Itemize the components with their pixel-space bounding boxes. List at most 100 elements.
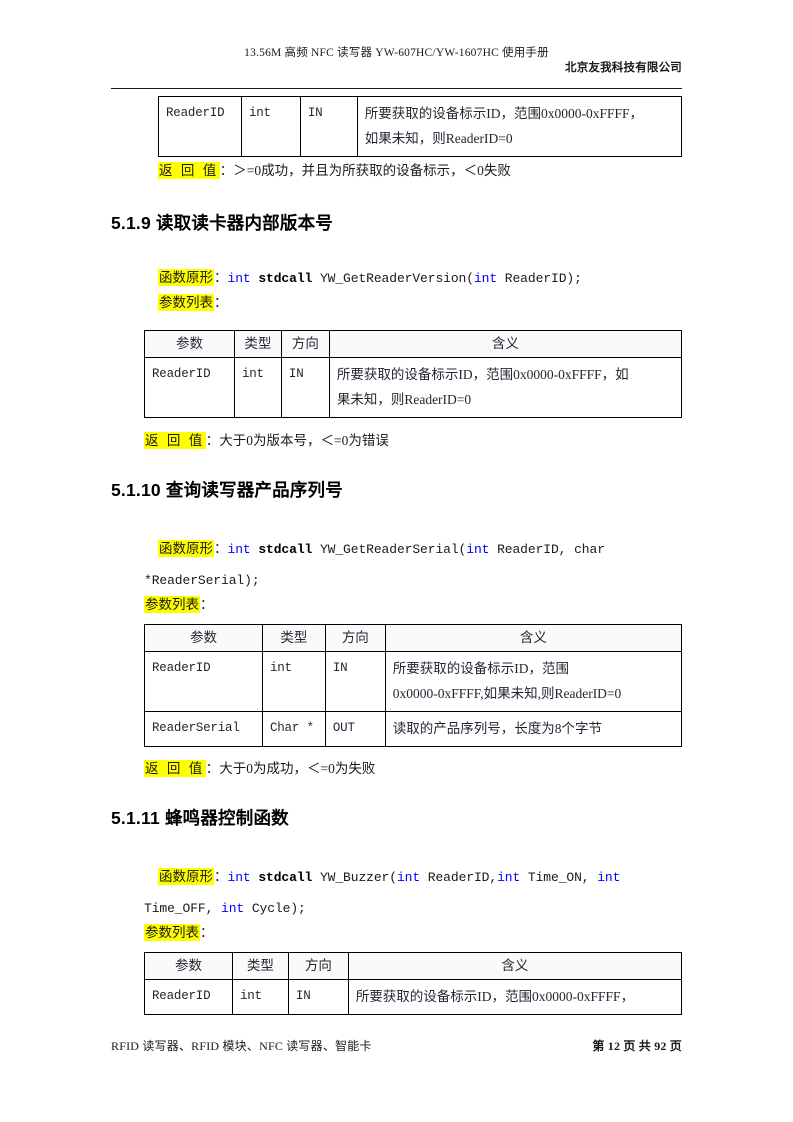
prototype-5-1-9: 函数原形：int stdcall YW_GetReaderVersion(int… [158, 262, 582, 294]
prototype-label: 函数原形 [158, 540, 214, 557]
prototype-calling-convention: stdcall [258, 542, 313, 557]
header-meaning: 含义 [347, 952, 683, 980]
cell-meaning-line-2: 如果未知，则ReaderID=0 [364, 131, 513, 146]
cell-param: ReaderID [144, 357, 235, 418]
prototype-arg-type: int [396, 870, 421, 885]
cell-meaning: 读取的产品序列号，长度为8个字节 [384, 711, 683, 747]
return-value-label: 返 回 值 [158, 162, 220, 179]
return-value-line-3: 返 回 值：大于0为成功，＜=0为失败 [144, 760, 375, 778]
param-list-label: 参数列表 [158, 294, 214, 311]
footer-keywords: RFID 读写器、RFID 模块、NFC 读写器、智能卡 [111, 1039, 372, 1053]
prototype-continuation: *ReaderSerial); [144, 573, 260, 588]
table-header-row: 参数 类型 方向 含义 [144, 952, 683, 980]
table-row: ReaderSerial Char * OUT 读取的产品序列号，长度为8个字节 [144, 711, 683, 747]
prototype-function-name: YW_GetReaderSerial( [319, 542, 467, 557]
param-list-label: 参数列表 [144, 596, 200, 613]
prototype-colon: ： [214, 270, 228, 285]
header-type: 类型 [231, 952, 289, 980]
cell-direction: IN [280, 357, 330, 418]
param-table-4: 参数 类型 方向 含义 ReaderID int IN 所要获取的设备标示ID，… [144, 952, 683, 1015]
prototype-arg-name: ReaderID, char [489, 542, 605, 557]
header-manual-title: 13.56M 高频 NFC 读写器 YW-607HC/YW-1607HC 使用手… [244, 47, 549, 59]
table-row: ReaderID int IN 所要获取的设备标示ID，范围0x0000-0xF… [144, 979, 683, 1015]
header-type: 类型 [261, 624, 326, 652]
section-heading-5-1-9: 5.1.9 读取读卡器内部版本号 [111, 213, 333, 233]
param-table-3-wrapper: 参数 类型 方向 含义 ReaderID int IN 所要获取的设备标示ID，… [144, 624, 683, 747]
param-table-2: 参数 类型 方向 含义 ReaderID int IN 所要获取的设备标示ID，… [144, 330, 683, 418]
table-header-row: 参数 类型 方向 含义 [144, 624, 683, 652]
cell-meaning-line-1: 读取的产品序列号，长度为8个字节 [392, 721, 603, 736]
header-direction: 方向 [280, 330, 330, 358]
table-row: ReaderID int IN 所要获取的设备标示ID，范围0x0000-0xF… [158, 96, 683, 157]
return-colon: ： [205, 433, 220, 448]
prototype-arg-type-3: int [597, 870, 621, 885]
section-heading-5-1-11: 5.1.11 蜂鸣器控制函数 [111, 808, 289, 828]
param-list-colon: ： [214, 295, 228, 310]
header-meaning: 含义 [384, 624, 683, 652]
return-colon: ： [219, 163, 234, 178]
prototype-continuation-b: Cycle); [244, 901, 306, 916]
return-colon: ： [205, 761, 220, 776]
cell-type: int [261, 651, 326, 712]
prototype-arg-type: int [466, 542, 490, 557]
footer-page-number: 第 12 页 共 92 页 [592, 1039, 682, 1053]
prototype-5-1-10: 函数原形：int stdcall YW_GetReaderSerial(int … [158, 533, 605, 565]
prototype-colon: ： [214, 869, 228, 884]
document-page: 13.56M 高频 NFC 读写器 YW-607HC/YW-1607HC 使用手… [0, 0, 793, 1122]
header-direction: 方向 [324, 624, 386, 652]
prototype-return-type: int [227, 870, 251, 885]
prototype-function-name: YW_GetReaderVersion( [319, 271, 474, 286]
cell-direction: OUT [324, 711, 386, 747]
cell-direction: IN [299, 96, 358, 157]
cell-meaning-line-1: 所要获取的设备标示ID，范围 [392, 661, 570, 676]
param-table-2-wrapper: 参数 类型 方向 含义 ReaderID int IN 所要获取的设备标示ID，… [144, 330, 683, 418]
prototype-function-name: YW_Buzzer( [319, 870, 397, 885]
return-value-label: 返 回 值 [144, 432, 206, 449]
cell-meaning-line-2: 0x0000-0xFFFF,如果未知,则ReaderID=0 [392, 686, 622, 701]
prototype-continuation-type: int [221, 901, 245, 916]
prototype-arg-name-2: Time_ON, [520, 870, 598, 885]
table-row: ReaderID int IN 所要获取的设备标示ID，范围0x0000-0xF… [144, 357, 683, 418]
cell-param: ReaderID [144, 651, 263, 712]
cell-param: ReaderID [158, 96, 242, 157]
cell-meaning-line-2: 果未知，则ReaderID=0 [336, 392, 472, 407]
cell-type: int [240, 96, 301, 157]
cell-meaning: 所要获取的设备标示ID，范围0x0000-0xFFFF， [347, 979, 683, 1015]
header-rule [111, 88, 682, 89]
param-list-label-5-1-10: 参数列表： [144, 596, 214, 614]
table-row: ReaderID int IN 所要获取的设备标示ID，范围 0x0000-0x… [144, 651, 683, 712]
param-list-label-5-1-11: 参数列表： [144, 924, 214, 942]
cell-type: int [231, 979, 289, 1015]
page-header: 13.56M 高频 NFC 读写器 YW-607HC/YW-1607HC 使用手… [111, 46, 682, 76]
prototype-return-type: int [227, 271, 251, 286]
cell-meaning: 所要获取的设备标示ID，范围0x0000-0xFFFF， 如果未知，则Reade… [356, 96, 683, 157]
header-param: 参数 [144, 330, 235, 358]
prototype-label: 函数原形 [158, 269, 214, 286]
return-value-label: 返 回 值 [144, 760, 206, 777]
page-footer: RFID 读写器、RFID 模块、NFC 读写器、智能卡 第 12 页 共 92… [111, 1038, 682, 1054]
return-value-text: 大于0为版本号，＜=0为错误 [219, 433, 389, 448]
prototype-arg-name: ReaderID); [497, 271, 582, 286]
section-heading-5-1-10: 5.1.10 查询读写器产品序列号 [111, 480, 343, 500]
cell-meaning: 所要获取的设备标示ID，范围0x0000-0xFFFF，如 果未知，则Reade… [328, 357, 683, 418]
prototype-return-type: int [227, 542, 251, 557]
cell-param: ReaderSerial [144, 711, 263, 747]
prototype-calling-convention: stdcall [258, 271, 313, 286]
prototype-5-1-11-line2: Time_OFF, int Cycle); [144, 892, 306, 924]
param-table-1-wrapper: ReaderID int IN 所要获取的设备标示ID，范围0x0000-0xF… [158, 96, 683, 157]
param-table-4-wrapper: 参数 类型 方向 含义 ReaderID int IN 所要获取的设备标示ID，… [144, 952, 683, 1015]
cell-meaning-line-1: 所要获取的设备标示ID，范围0x0000-0xFFFF， [364, 106, 644, 121]
cell-direction: IN [324, 651, 386, 712]
header-direction: 方向 [287, 952, 349, 980]
return-value-text: ＞=0成功，并且为所获取的设备标示，＜0失败 [233, 163, 511, 178]
header-param: 参数 [144, 624, 263, 652]
param-list-colon: ： [200, 597, 214, 612]
prototype-continuation-a: Time_OFF, [144, 901, 222, 916]
cell-type: Char * [261, 711, 326, 747]
prototype-calling-convention: stdcall [258, 870, 313, 885]
prototype-colon: ： [214, 541, 228, 556]
prototype-5-1-10-line2: *ReaderSerial); [144, 564, 260, 596]
return-value-text: 大于0为成功，＜=0为失败 [219, 761, 376, 776]
param-list-label-5-1-9: 参数列表： [158, 294, 228, 312]
cell-meaning: 所要获取的设备标示ID，范围 0x0000-0xFFFF,如果未知,则Reade… [384, 651, 683, 712]
